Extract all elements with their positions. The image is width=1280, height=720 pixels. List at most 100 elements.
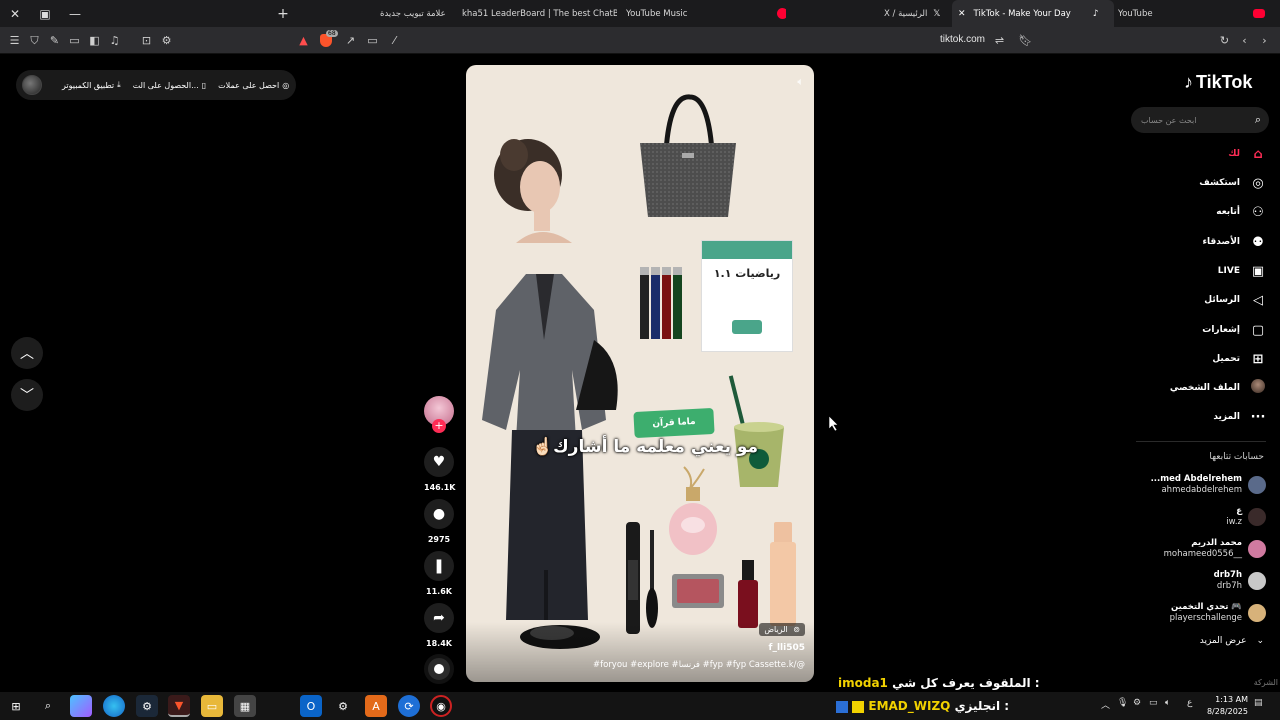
tiktok-logo[interactable]: ♪ TikTok (1184, 72, 1252, 93)
tab-youtube[interactable]: YouTube (1118, 0, 1278, 27)
location-tag[interactable]: الرياض ⊚ (759, 623, 805, 636)
bookmark-icon[interactable]: 🔖︎ (1018, 33, 1033, 48)
extensions-icon[interactable]: ✎ (47, 33, 62, 48)
music-icon[interactable]: ♫ (107, 33, 122, 48)
nav-friends[interactable]: الأصدقاء ⚉ (1150, 230, 1266, 254)
author-avatar-button[interactable]: + (424, 396, 454, 433)
shield-count-badge: 68 (326, 30, 338, 37)
get-app-link[interactable]: الحصول على الت... ▯ (133, 81, 206, 90)
minimize-icon[interactable]: — (60, 0, 90, 27)
file-explorer-icon[interactable]: ▭ (201, 695, 223, 717)
download-icon: ⤓ (117, 80, 121, 89)
tab-tiktok[interactable]: ✕ TikTok - Make Your Day ♪ (952, 0, 1114, 27)
cast-icon[interactable]: ▭ (365, 33, 380, 48)
emote-icon (852, 700, 865, 713)
windows-start-icon[interactable]: ⊞ (5, 695, 27, 717)
network-app-icon[interactable]: ⚙ (1133, 698, 1141, 708)
video-hashtags[interactable]: #foryou #explore #فرنسا #fyp #fyp Casset… (593, 660, 805, 670)
app-a-icon[interactable]: A (365, 695, 387, 717)
search-icon[interactable]: ⌕ (1255, 113, 1261, 127)
desktop-app-label: تطبيق الكمبيوتر (62, 80, 115, 90)
shield-outline-icon[interactable]: ⛉ (27, 33, 42, 48)
settings-icon[interactable]: ⚙ (332, 695, 354, 717)
tabs-icon[interactable]: ▭ (67, 33, 82, 48)
location-label: الرياض (764, 625, 788, 634)
follow-plus-icon[interactable]: + (432, 419, 446, 433)
obs-icon[interactable]: ◉ (430, 695, 452, 717)
stream-overlay-line-1: imoda1 الملقوف يعرف كل شي : (838, 676, 1040, 690)
company-link[interactable]: الشركة (1254, 678, 1278, 687)
sidebar-icon[interactable]: ◧ (87, 33, 102, 48)
edge-icon[interactable] (103, 695, 125, 717)
account-handle: playerschallenge (1169, 613, 1242, 623)
like-button[interactable]: ♥ 146.1K (424, 447, 456, 492)
music-disc-button[interactable] (424, 654, 454, 684)
previous-video-button[interactable]: ︿ (11, 337, 43, 369)
tray-chevron-icon[interactable]: ︿ (1101, 698, 1110, 711)
followed-account[interactable]: drb7h drb7h (1130, 567, 1266, 595)
close-window-icon[interactable]: ✕ (0, 0, 30, 27)
microphone-icon[interactable]: 🎙︎ (1117, 698, 1128, 708)
nav-explore[interactable]: استكشف ◎ (1150, 171, 1266, 195)
translate-icon[interactable]: ⁄ (387, 33, 402, 48)
tab-youtube-music[interactable]: YouTube Music (626, 0, 786, 27)
video-author[interactable]: f_lli505 (769, 643, 805, 653)
get-coins-link[interactable]: احصل على عملات ◎ (218, 81, 289, 90)
video-player[interactable]: 🔈︎ رياضيات ١.١ ماما قرآن مو يعني معلمه م… (466, 65, 814, 682)
followed-account[interactable]: محمد الدريم mohameed0556__ (1130, 535, 1266, 563)
display-icon[interactable]: ▭ (1149, 698, 1158, 708)
share-icon[interactable]: ↗ (343, 33, 358, 48)
new-tab-button[interactable]: + (268, 0, 298, 27)
nav-upload[interactable]: تحميل ⊞ (1150, 347, 1266, 371)
tab-leaderboard[interactable]: kha51 LeaderBoard | The best ChatBo (462, 0, 617, 27)
notifications-icon[interactable]: ▤ (1254, 698, 1263, 708)
search-input[interactable]: ابحث عن حساب ⌕ (1131, 107, 1269, 133)
next-video-button[interactable]: ﹀ (11, 379, 43, 411)
system-clock[interactable]: 1:13 AM 8/28/2025 (1196, 694, 1248, 718)
followed-account[interactable]: ع iw.z (1130, 503, 1266, 531)
reload-icon[interactable]: ↻ (1217, 33, 1232, 48)
volume-icon[interactable]: 🔈︎ (1165, 698, 1170, 708)
nav-more[interactable]: المزيد ··· (1150, 405, 1266, 429)
tab-new-tab[interactable]: علامة تبويب جديدة (380, 0, 458, 27)
search-icon[interactable]: ⌕ (37, 695, 59, 717)
close-tab-icon[interactable]: ✕ (958, 9, 966, 19)
mute-icon[interactable]: 🔈︎ (797, 75, 804, 89)
input-language[interactable]: ع (1187, 698, 1192, 708)
address-bar[interactable]: tiktok.com (940, 34, 985, 45)
brave-rewards-icon[interactable]: ▲ (296, 33, 311, 48)
brave-browser-icon[interactable]: ▼ (168, 695, 190, 717)
nav-following[interactable]: أتابعه ⚇ (1150, 200, 1266, 224)
forward-icon[interactable]: › (1257, 33, 1272, 48)
comment-count: 2975 (427, 535, 451, 544)
nav-messages[interactable]: الرسائل ◁ (1150, 288, 1266, 312)
see-more-button[interactable]: عرض المزيد ⌄ (1200, 636, 1264, 646)
site-settings-icon[interactable]: ⇌ (992, 33, 1007, 48)
menu-icon[interactable]: ☰ (7, 33, 22, 48)
avatar[interactable] (22, 75, 42, 95)
followed-account[interactable]: تحدي التخمين 🎮 playerschallenge (1130, 599, 1266, 627)
copilot-icon[interactable] (70, 695, 92, 717)
brave-shield-icon[interactable]: 68 (318, 30, 338, 48)
nav-profile[interactable]: الملف الشخصي (1150, 376, 1266, 400)
screenshot-icon[interactable]: ⊡ (139, 33, 154, 48)
followed-account[interactable]: ...med Abdelrehem ahmedabdelrehem (1130, 471, 1266, 499)
nav-for-you[interactable]: لك ⌂ (1150, 142, 1266, 166)
app-blue-icon[interactable]: ⟳ (398, 695, 420, 717)
save-button[interactable]: ❚ 11.6K (424, 551, 454, 596)
account-handle: drb7h (1216, 581, 1242, 591)
share-button[interactable]: ➦ 18.4K (424, 603, 454, 648)
tab-overview-icon[interactable]: ▣ (30, 0, 60, 27)
nav-notifications[interactable]: إشعارات ▢ (1150, 318, 1266, 342)
store-icon[interactable]: ▦ (234, 695, 256, 717)
tab-x-home[interactable]: X / الرئيسية 𝕏 (884, 0, 946, 27)
nav-live[interactable]: LIVE ▣ (1150, 259, 1266, 283)
browser-toolbar: ☰ ⛉ ✎ ▭ ◧ ♫ ⊡ ⚙ ▲ 68 ↗ ▭ ⁄ tiktok.com ⇌ … (0, 27, 1280, 54)
back-icon[interactable]: ‹ (1237, 33, 1252, 48)
comment-button[interactable]: ● 2975 (424, 499, 454, 544)
settings-cog-icon[interactable]: ⚙ (159, 33, 174, 48)
desktop-app-link[interactable]: تطبيق الكمبيوتر ⤓ (62, 80, 121, 90)
steam-icon[interactable]: ⚙ (136, 695, 158, 717)
outlook-icon[interactable]: O (300, 695, 322, 717)
share-arrow-icon: ➦ (424, 603, 454, 633)
